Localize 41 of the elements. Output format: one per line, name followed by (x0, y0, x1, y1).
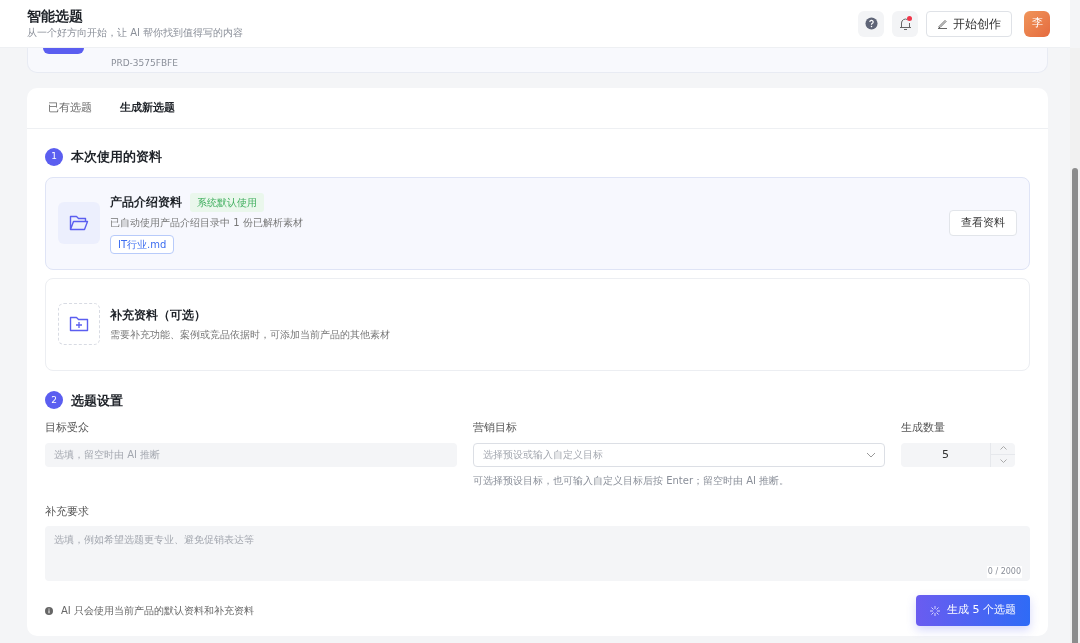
section-title: 本次使用的资料 (71, 148, 162, 166)
tab[interactable]: 生成新选题 (111, 95, 184, 121)
material-title: 补充资料（可选） (110, 307, 206, 324)
folder-add-icon (69, 316, 89, 332)
help-icon (864, 17, 878, 30)
chevron-down-icon (866, 451, 876, 458)
product-code: PRD-3575FBFE (111, 59, 178, 68)
material-description: 已自动使用产品介绍目录中 1 份已解析素材 (110, 215, 304, 230)
section-title: 选题设置 (71, 391, 123, 410)
marketing-goal-select[interactable]: 选择预设或输入自定义目标 (473, 442, 885, 467)
info-icon (45, 606, 53, 615)
field-hint: 可选择预设目标，也可输入自定义目标后按 Enter；留空时由 AI 推断。 (473, 473, 791, 488)
bell-icon (898, 16, 912, 31)
scrollbar[interactable] (1070, 48, 1080, 643)
add-material-button[interactable] (58, 303, 100, 345)
step-number: 2 (45, 391, 63, 410)
field-label: 目标受众 (45, 420, 90, 436)
status-tag: 系统默认使用 (190, 192, 264, 212)
product-icon (43, 48, 84, 54)
add-material-card[interactable]: 补充资料（可选） 需要补充功能、案例或竞品依据时，可添加当前产品的其他素材 (45, 277, 1030, 371)
note-text: AI 只会使用当前产品的默认资料和补充资料 (61, 604, 254, 618)
page-subtitle: 从一个好方向开始，让 AI 帮你找到值得写的内容 (27, 26, 245, 41)
folder-icon (69, 215, 89, 231)
audience-field[interactable]: 选填，留空时由 AI 推断 (45, 442, 457, 467)
help-button[interactable] (858, 10, 884, 37)
material-description: 需要补充功能、案例或竞品依据时，可添加当前产品的其他素材 (110, 328, 391, 342)
file-tag[interactable]: IT行业.md (110, 234, 175, 254)
notification-button[interactable] (892, 10, 918, 37)
start-creating-button[interactable]: 开始创作 (926, 10, 1012, 37)
field-label: 营销目标 (473, 420, 518, 436)
material-title: 产品介绍资料 (110, 194, 182, 211)
tab[interactable]: 已有选题 (39, 95, 101, 121)
sparkle-icon (930, 605, 940, 616)
pen-icon (937, 18, 948, 29)
step-number: 1 (45, 147, 63, 166)
field-label: 补充要求 (45, 503, 90, 520)
page-title: 智能选题 (27, 6, 84, 26)
field-label: 生成数量 (901, 420, 946, 436)
character-counter: 0 / 2000 (986, 566, 1022, 578)
view-material-button[interactable]: 查看资料 (949, 209, 1017, 237)
generate-button[interactable]: 生成 5 个选题 (916, 595, 1030, 626)
